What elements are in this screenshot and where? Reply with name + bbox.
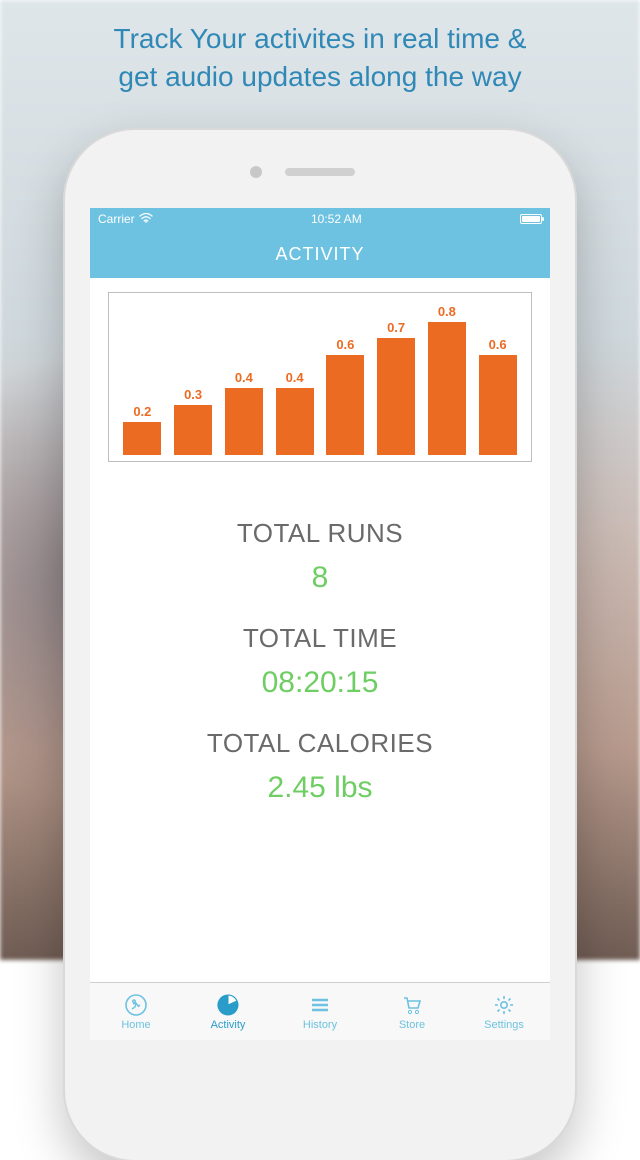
tab-settings[interactable]: Settings	[458, 983, 550, 1040]
chart-bar-value-label: 0.4	[235, 370, 253, 385]
page-title: ACTIVITY	[275, 244, 364, 265]
chart-bar: 0.6	[478, 337, 518, 455]
tab-bar: Home Activity History Store	[90, 982, 550, 1040]
total-time-value: 08:20:15	[90, 666, 550, 700]
tab-home[interactable]: Home	[90, 983, 182, 1040]
runner-icon	[124, 993, 148, 1017]
carrier-label: Carrier	[98, 212, 135, 226]
tab-history-label: History	[303, 1019, 337, 1031]
promo-line-2: get audio updates along the way	[118, 61, 521, 92]
chart-bar-fill	[377, 338, 415, 455]
chart-bar-value-label: 0.6	[489, 337, 507, 352]
promo-line-1: Track Your activites in real time &	[114, 23, 527, 54]
total-time-label: TOTAL TIME	[90, 623, 550, 654]
status-bar: Carrier 10:52 AM	[90, 208, 550, 230]
tab-store-label: Store	[399, 1019, 425, 1031]
chart-bar-fill	[428, 322, 466, 455]
list-icon	[308, 993, 332, 1017]
promo-headline: Track Your activites in real time & get …	[0, 20, 640, 96]
phone-screen: Carrier 10:52 AM ACTIVITY 0.20.30.40.40.…	[90, 208, 550, 1040]
chart-bar: 0.3	[173, 387, 213, 455]
chart-bar: 0.7	[376, 320, 416, 455]
chart-bar-value-label: 0.7	[387, 320, 405, 335]
total-runs-label: TOTAL RUNS	[90, 518, 550, 549]
chart-bar: 0.4	[224, 370, 264, 455]
chart-bar-value-label: 0.2	[133, 404, 151, 419]
chart-bar-fill	[225, 388, 263, 455]
chart-bar-value-label: 0.3	[184, 387, 202, 402]
chart-bar-fill	[326, 355, 364, 455]
chart-bar: 0.4	[275, 370, 315, 455]
tab-store[interactable]: Store	[366, 983, 458, 1040]
total-calories-label: TOTAL CALORIES	[90, 728, 550, 759]
tab-home-label: Home	[121, 1019, 150, 1031]
nav-bar: ACTIVITY	[90, 230, 550, 278]
chart-bar-fill	[174, 405, 212, 455]
chart-bar: 0.6	[325, 337, 365, 455]
total-runs-value: 8	[90, 561, 550, 595]
wifi-icon	[139, 212, 153, 226]
tab-activity-label: Activity	[211, 1019, 246, 1031]
tab-history[interactable]: History	[274, 983, 366, 1040]
chart-bar-value-label: 0.8	[438, 304, 456, 319]
chart-bar-value-label: 0.6	[336, 337, 354, 352]
phone-camera-dot	[250, 166, 262, 178]
chart-bar: 0.8	[427, 304, 467, 455]
phone-frame: Carrier 10:52 AM ACTIVITY 0.20.30.40.40.…	[65, 130, 575, 1160]
tab-activity[interactable]: Activity	[182, 983, 274, 1040]
gear-icon	[492, 993, 516, 1017]
activity-bar-chart: 0.2 0.3 0.4 0.4 0.6 0.7 0.8 0.6	[108, 292, 532, 462]
chart-bar-fill	[123, 422, 161, 455]
total-calories-value: 2.45 lbs	[90, 771, 550, 805]
stats-section: TOTAL RUNS 8 TOTAL TIME 08:20:15 TOTAL C…	[90, 518, 550, 805]
phone-speaker	[285, 168, 355, 176]
status-time: 10:52 AM	[311, 212, 362, 226]
pie-chart-icon	[216, 993, 240, 1017]
battery-icon	[520, 214, 542, 224]
tab-settings-label: Settings	[484, 1019, 524, 1031]
cart-icon	[400, 993, 424, 1017]
chart-bar-fill	[276, 388, 314, 455]
chart-bar-fill	[479, 355, 517, 455]
chart-bar: 0.2	[122, 404, 162, 455]
chart-bar-value-label: 0.4	[286, 370, 304, 385]
